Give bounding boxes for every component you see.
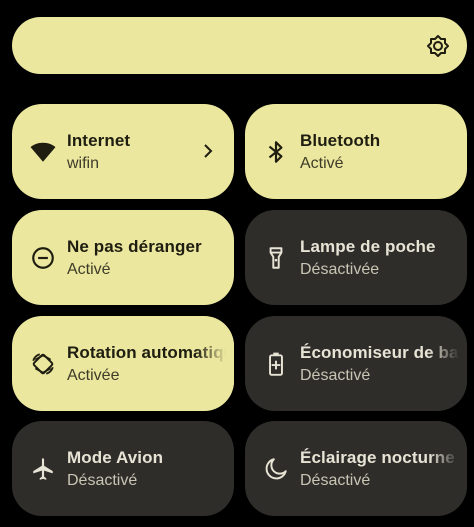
tile-title: Mode Avion xyxy=(67,448,164,467)
tile-title: Internet xyxy=(67,131,131,150)
tile-title: Ne pas déranger xyxy=(67,237,202,256)
tile-status: Désactivé xyxy=(67,472,138,489)
tile-night-light[interactable]: Éclairage nocturne Désactivé xyxy=(245,421,467,516)
tile-airplane-mode[interactable]: Mode Avion Désactivé xyxy=(12,421,234,516)
tile-bluetooth[interactable]: Bluetooth Activé xyxy=(245,104,467,199)
tile-status: wifin xyxy=(67,155,100,172)
tile-status: Activé xyxy=(67,261,111,278)
tile-title: Bluetooth xyxy=(300,131,381,150)
tile-status: Activée xyxy=(67,367,120,384)
wifi-icon xyxy=(30,142,56,162)
auto-rotate-icon xyxy=(32,353,54,375)
tile-auto-rotate[interactable]: Rotation automatique Activée xyxy=(12,316,234,411)
do-not-disturb-icon xyxy=(32,247,54,269)
tile-internet[interactable]: Internet wifin xyxy=(12,104,234,199)
tile-battery-saver[interactable]: Économiseur de batterie Désactivé xyxy=(245,316,467,411)
tile-status: Désactivé xyxy=(300,367,371,384)
battery-saver-icon xyxy=(269,352,283,376)
title-fade xyxy=(429,421,467,516)
tile-do-not-disturb[interactable]: Ne pas déranger Activé xyxy=(12,210,234,305)
tile-title: Lampe de poche xyxy=(300,237,436,256)
title-fade xyxy=(196,316,234,411)
tile-flashlight[interactable]: Lampe de poche Désactivée xyxy=(245,210,467,305)
bluetooth-icon xyxy=(268,141,283,163)
tile-status: Désactivé xyxy=(300,472,371,489)
chevron-right-icon[interactable] xyxy=(200,143,216,159)
title-fade xyxy=(429,316,467,411)
brightness-icon xyxy=(427,35,449,57)
tile-status: Désactivée xyxy=(300,261,380,278)
tile-status: Activé xyxy=(300,155,344,172)
flashlight-icon xyxy=(269,247,283,269)
night-light-icon xyxy=(265,458,287,480)
brightness-slider[interactable] xyxy=(12,17,467,74)
airplane-icon xyxy=(33,458,53,480)
